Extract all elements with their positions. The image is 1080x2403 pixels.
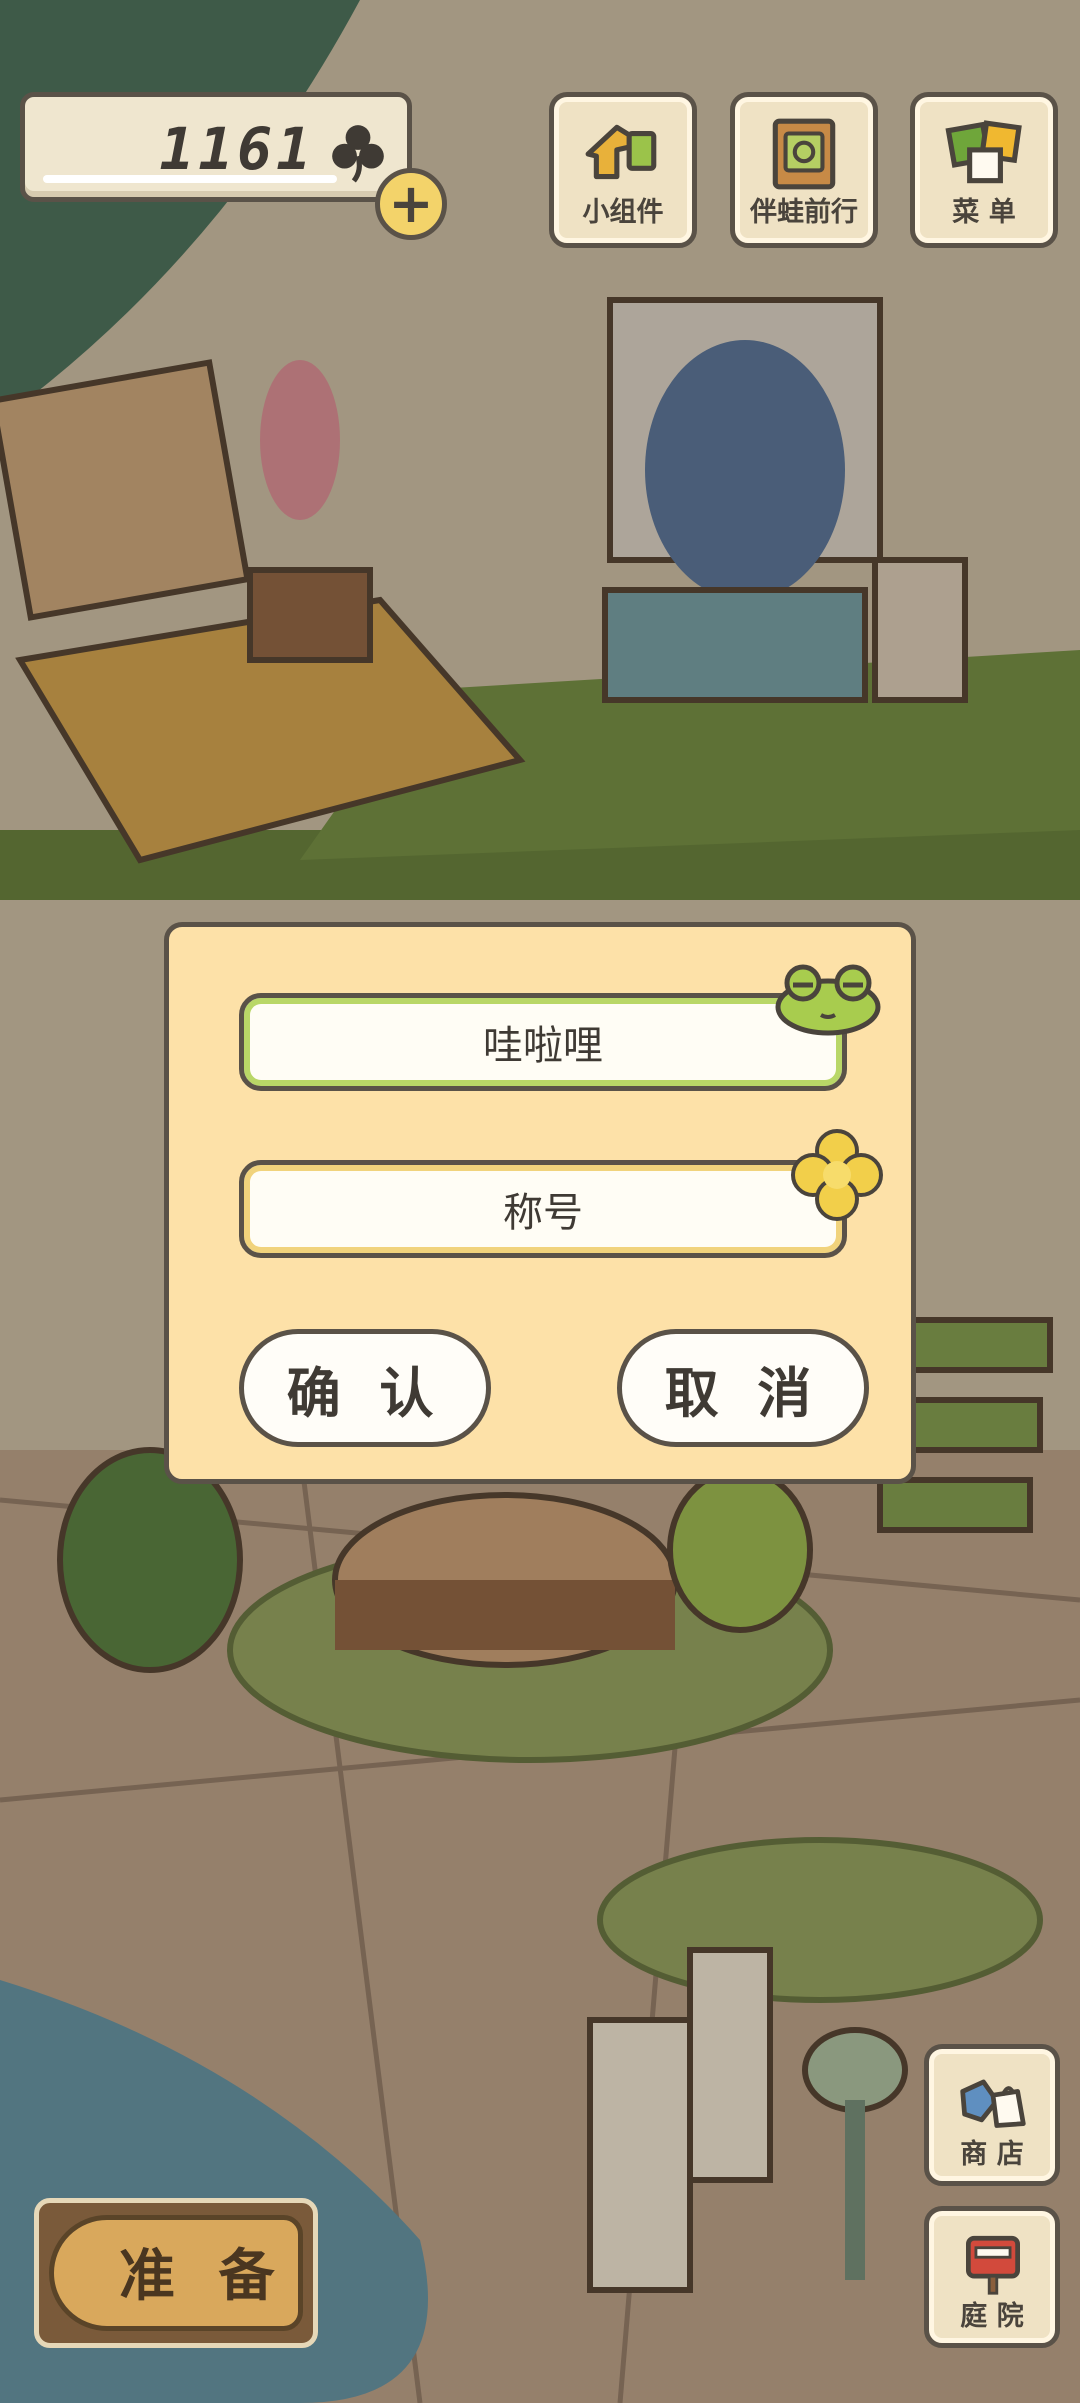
widget-button-label: 小组件	[582, 197, 664, 228]
menu-button-label: 菜 单	[952, 197, 1016, 228]
yard-button[interactable]: 庭 院	[924, 2206, 1060, 2348]
title-placeholder: 称号	[503, 1190, 583, 1236]
album-button[interactable]: 伴蛙前行	[730, 92, 878, 248]
shop-button[interactable]: 商 店	[924, 2044, 1060, 2186]
menu-cards-icon	[945, 120, 1022, 184]
confirm-button[interactable]: 确 认	[239, 1329, 491, 1447]
album-button-label: 伴蛙前行	[750, 197, 858, 228]
shop-button-label: 商 店	[960, 2139, 1024, 2170]
frog-head-icon	[775, 964, 881, 1036]
four-leaf-clover-icon	[791, 1129, 883, 1221]
menu-button[interactable]: 菜 单	[910, 92, 1058, 248]
photo-album-icon	[772, 118, 836, 190]
yard-button-label: 庭 院	[960, 2301, 1024, 2332]
clover-icon	[332, 125, 384, 183]
widget-house-icon	[585, 124, 657, 180]
prepare-button-label: 准 备	[119, 2244, 287, 2309]
add-clover-button[interactable]: +	[375, 168, 447, 240]
confirm-button-label: 确 认	[286, 1361, 444, 1425]
counter-underline	[43, 175, 337, 183]
cancel-button[interactable]: 取 消	[617, 1329, 869, 1447]
prepare-button[interactable]: 准 备	[34, 2198, 318, 2348]
name-title-dialog: 哇啦哩 称号 确 认 取 消	[164, 922, 916, 1484]
frog-name-value: 哇啦哩	[483, 1023, 603, 1069]
frog-name-field[interactable]: 哇啦哩	[239, 993, 847, 1091]
widget-button[interactable]: 小组件	[549, 92, 697, 248]
clover-counter: 1161	[20, 92, 412, 202]
mailbox-icon	[966, 2235, 1020, 2295]
title-field[interactable]: 称号	[239, 1160, 847, 1258]
shop-bags-icon	[960, 2079, 1026, 2128]
plus-icon: +	[388, 172, 434, 235]
clover-count: 1161	[159, 115, 315, 183]
cancel-button-label: 取 消	[664, 1361, 822, 1425]
